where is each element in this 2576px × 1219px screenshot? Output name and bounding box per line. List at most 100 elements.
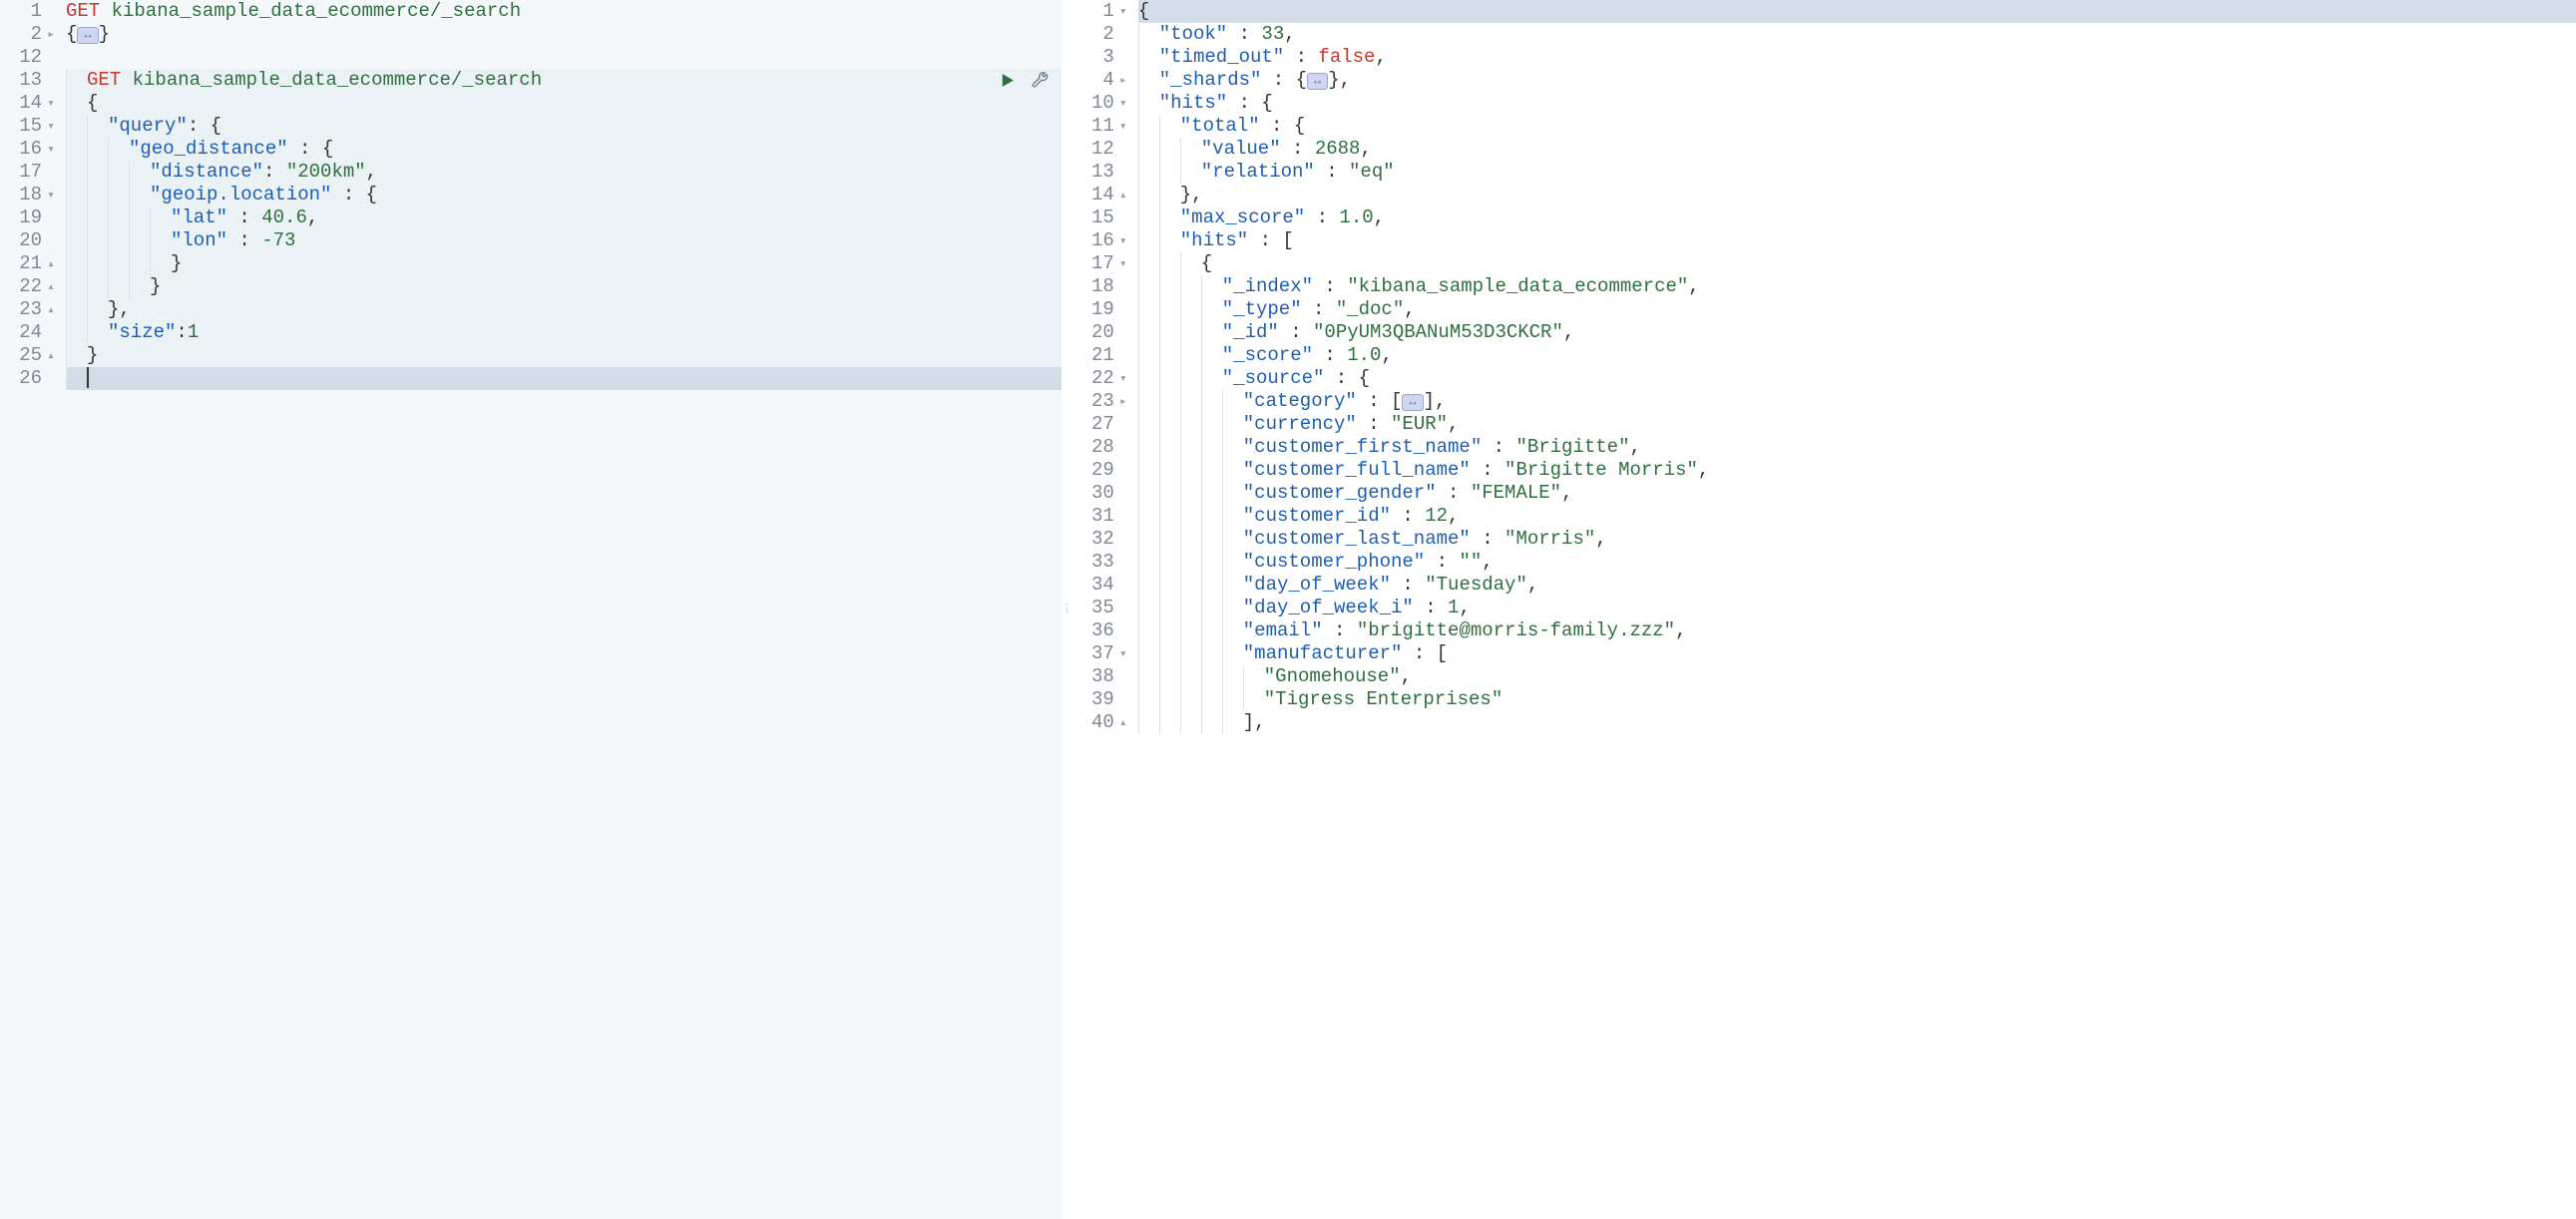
fold-toggle[interactable]: ▾ (44, 184, 58, 206)
code-line[interactable]: "customer_gender" : "FEMALE", (1138, 482, 2576, 505)
fold-widget[interactable]: ↔ (77, 27, 98, 44)
fold-toggle[interactable]: ▴ (1116, 184, 1130, 206)
code-line[interactable]: "lat" : 40.6, (66, 206, 1062, 229)
token-key: "day_of_week" (1243, 574, 1391, 596)
code-line[interactable]: {↔} (66, 23, 1062, 46)
fold-toggle[interactable]: ▴ (44, 252, 58, 275)
fold-toggle[interactable]: ▸ (1116, 390, 1130, 413)
fold-toggle[interactable]: ▾ (1116, 642, 1130, 665)
token-punc: : (227, 206, 261, 228)
pane-splitter[interactable] (1062, 0, 1073, 1219)
code-line[interactable]: { (1138, 0, 2576, 23)
code-line[interactable]: "_score" : 1.0, (1138, 344, 2576, 367)
code-line[interactable]: "email" : "brigitte@morris-family.zzz", (1138, 619, 2576, 642)
fold-toggle[interactable]: ▾ (1116, 229, 1130, 252)
code-line[interactable]: "distance": "200km", (66, 161, 1062, 184)
token-punc: , (1563, 321, 1574, 343)
response-code[interactable]: {"took" : 33,"timed_out" : false,"_shard… (1138, 0, 2576, 734)
request-options-icon[interactable] (1031, 71, 1050, 90)
token-key: "customer_last_name" (1243, 528, 1471, 550)
code-line[interactable]: "timed_out" : false, (1138, 46, 2576, 69)
run-request-icon[interactable] (998, 71, 1017, 90)
code-line[interactable]: "currency" : "EUR", (1138, 413, 2576, 436)
token-key: "customer_id" (1243, 505, 1391, 527)
fold-toggle[interactable]: ▴ (44, 298, 58, 321)
code-line[interactable]: "customer_phone" : "", (1138, 551, 2576, 574)
code-line[interactable]: } (66, 252, 1062, 275)
code-line[interactable]: "relation" : "eq" (1138, 161, 2576, 184)
code-line[interactable]: "day_of_week_i" : 1, (1138, 597, 2576, 619)
request-editor[interactable]: 12▸121314▾15▾16▾1718▾192021▴22▴23▴2425▴2… (0, 0, 1062, 1219)
token-punc: , (1381, 344, 1392, 366)
code-line[interactable]: { (66, 92, 1062, 115)
fold-widget[interactable]: ↔ (1402, 394, 1423, 411)
code-line[interactable]: "day_of_week" : "Tuesday", (1138, 574, 2576, 597)
code-line[interactable]: "customer_first_name" : "Brigitte", (1138, 436, 2576, 459)
token-punc: { (66, 23, 77, 45)
code-line[interactable]: GET kibana_sample_data_ecommerce/_search (66, 69, 1062, 92)
token-punc: : (1391, 505, 1425, 527)
code-line[interactable]: } (66, 344, 1062, 367)
fold-toggle[interactable]: ▾ (1116, 0, 1130, 23)
code-line[interactable]: "_source" : { (1138, 367, 2576, 390)
code-line[interactable]: "max_score" : 1.0, (1138, 206, 2576, 229)
code-line[interactable]: "hits" : [ (1138, 229, 2576, 252)
code-line[interactable]: "lon" : -73 (66, 229, 1062, 252)
code-line[interactable]: ], (1138, 711, 2576, 734)
code-line[interactable]: } (66, 275, 1062, 298)
code-line[interactable]: "category" : [↔], (1138, 390, 2576, 413)
fold-toggle[interactable]: ▾ (44, 92, 58, 115)
fold-toggle[interactable]: ▾ (44, 138, 58, 161)
fold-widget[interactable]: ↔ (1307, 73, 1328, 90)
token-punc: ], (1243, 711, 1266, 733)
code-line[interactable]: }, (1138, 184, 2576, 206)
code-line[interactable]: "hits" : { (1138, 92, 2576, 115)
code-line[interactable]: "Tigress Enterprises" (1138, 688, 2576, 711)
code-line[interactable] (66, 367, 1062, 390)
code-line[interactable]: "customer_full_name" : "Brigitte Morris"… (1138, 459, 2576, 482)
fold-toggle[interactable]: ▾ (1116, 115, 1130, 138)
code-line[interactable]: "_index" : "kibana_sample_data_ecommerce… (1138, 275, 2576, 298)
code-line[interactable]: "manufacturer" : [ (1138, 642, 2576, 665)
token-num: 1.0 (1339, 206, 1373, 228)
code-line[interactable]: "took" : 33, (1138, 23, 2576, 46)
code-line[interactable]: { (1138, 252, 2576, 275)
code-line[interactable]: "geoip.location" : { (66, 184, 1062, 206)
code-line[interactable]: GET kibana_sample_data_ecommerce/_search (66, 0, 1062, 23)
fold-toggle[interactable]: ▴ (44, 275, 58, 298)
fold-toggle[interactable]: ▴ (44, 344, 58, 367)
token-punc: : [ (1357, 390, 1403, 412)
code-line[interactable]: "Gnomehouse", (1138, 665, 2576, 688)
code-line[interactable]: "value" : 2688, (1138, 138, 2576, 161)
token-punc: , (1482, 551, 1493, 573)
code-line[interactable]: "_shards" : {↔}, (1138, 69, 2576, 92)
code-line[interactable]: "_type" : "_doc", (1138, 298, 2576, 321)
code-line[interactable]: "query": { (66, 115, 1062, 138)
fold-toggle[interactable]: ▾ (44, 115, 58, 138)
token-key: "day_of_week_i" (1243, 597, 1414, 618)
code-line[interactable]: "customer_last_name" : "Morris", (1138, 528, 2576, 551)
response-viewer[interactable]: 1▾234▸10▾11▾121314▴1516▾17▾1819202122▾23… (1073, 0, 2576, 1219)
fold-toggle[interactable]: ▾ (1116, 92, 1130, 115)
request-code[interactable]: GET kibana_sample_data_ecommerce/_search… (66, 0, 1062, 390)
token-punc: : [ (1402, 642, 1448, 664)
token-punc: : (263, 161, 286, 183)
token-punc: , (1374, 206, 1385, 228)
fold-toggle[interactable]: ▸ (1116, 69, 1130, 92)
fold-toggle[interactable]: ▸ (44, 23, 58, 46)
token-punc: : (176, 321, 187, 343)
code-line[interactable] (66, 46, 1062, 69)
fold-toggle[interactable]: ▴ (1116, 711, 1130, 734)
token-key: "_source" (1222, 367, 1325, 389)
code-line[interactable]: "geo_distance" : { (66, 138, 1062, 161)
code-line[interactable]: "customer_id" : 12, (1138, 505, 2576, 528)
code-line[interactable]: "size":1 (66, 321, 1062, 344)
code-line[interactable]: "_id" : "0PyUM3QBANuM53D3CKCR", (1138, 321, 2576, 344)
fold-toggle[interactable]: ▾ (1116, 252, 1130, 275)
token-punc: { (87, 92, 98, 114)
token-punc: : { (1324, 367, 1370, 389)
fold-toggle[interactable]: ▾ (1116, 367, 1130, 390)
code-line[interactable]: "total" : { (1138, 115, 2576, 138)
token-key: "lat" (171, 206, 227, 228)
code-line[interactable]: }, (66, 298, 1062, 321)
